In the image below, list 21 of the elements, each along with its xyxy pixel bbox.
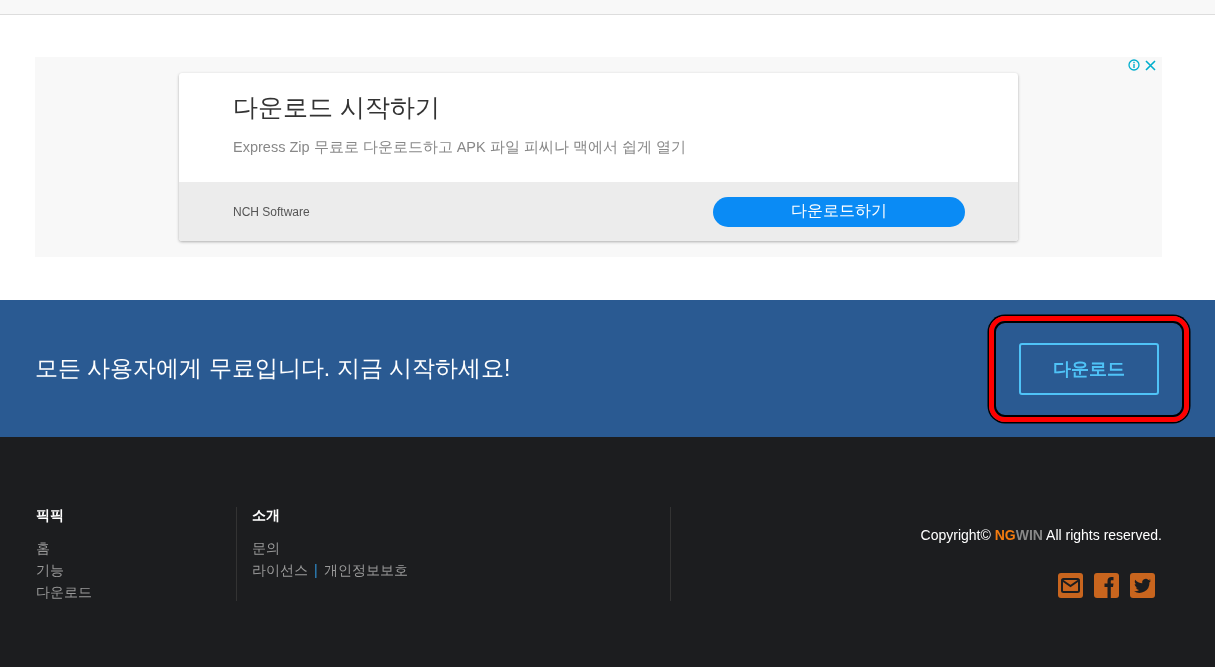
ad-description: Express Zip 무료로 다운로드하고 APK 파일 피씨나 맥에서 쉽게 열기 xyxy=(233,138,687,157)
copyright-text: Copyright© NGWIN All rights reserved. xyxy=(920,527,1162,543)
footer-link[interactable]: 기능 xyxy=(36,562,64,578)
mail-icon[interactable] xyxy=(1058,573,1083,598)
facebook-icon[interactable] xyxy=(1094,573,1119,598)
advertiser-name: NCH Software xyxy=(233,204,310,219)
footer-link[interactable]: 홈 xyxy=(36,540,50,556)
info-icon[interactable] xyxy=(1128,59,1140,71)
separator: | xyxy=(314,562,318,578)
footer-link[interactable]: 라이선스 xyxy=(252,562,308,578)
footer-heading: 픽픽 xyxy=(36,507,65,525)
download-button[interactable]: 다운로드 xyxy=(1019,342,1159,395)
banner-text: 모든 사용자에게 무료입니다. 지금 시작하세요! xyxy=(35,354,511,383)
footer-link[interactable]: 개인정보보호 xyxy=(323,562,408,578)
footer-link[interactable]: 문의 xyxy=(252,540,280,556)
download-button[interactable]: 다운로드하기 xyxy=(713,196,965,227)
twitter-icon[interactable] xyxy=(1130,573,1155,598)
ad-title: 다운로드 시작하기 xyxy=(233,92,441,123)
footer-heading: 소개 xyxy=(252,507,281,525)
footer-link[interactable]: 다운로드 xyxy=(36,584,92,600)
close-icon[interactable] xyxy=(1145,59,1156,71)
